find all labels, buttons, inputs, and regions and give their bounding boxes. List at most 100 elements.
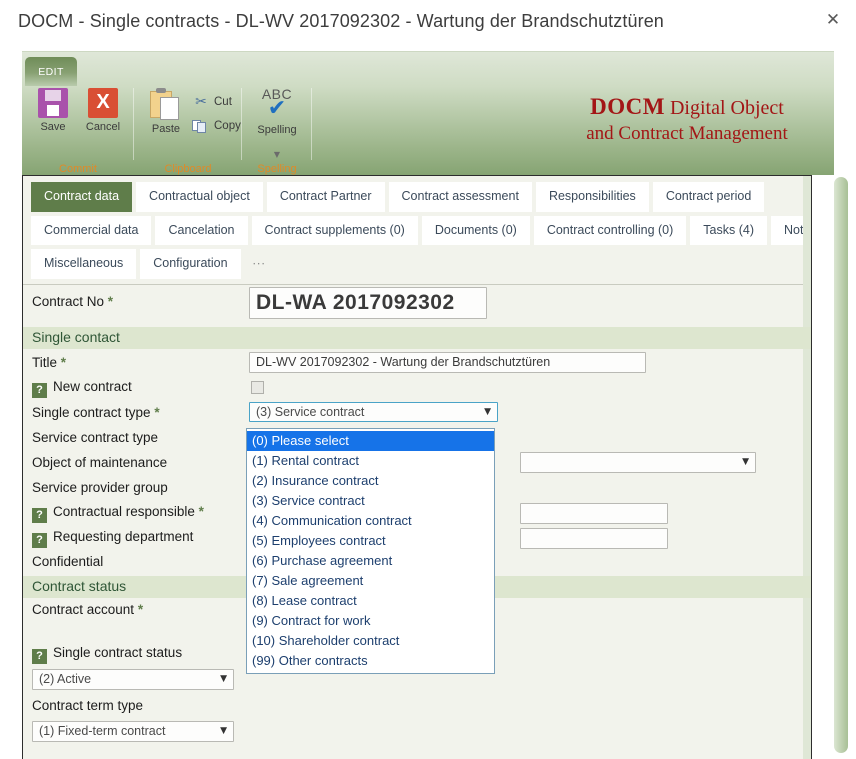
tab-contract-controlling[interactable]: Contract controlling (0) (533, 215, 687, 245)
chevron-down-icon: ▼ (220, 726, 227, 736)
section-single-contact: Single contact (23, 326, 811, 349)
copy-button[interactable]: Copy (192, 116, 241, 136)
contract-no-input[interactable]: DL-WA 2017092302 (249, 286, 487, 319)
service-provider-group-label: Service provider group (32, 479, 168, 495)
ribbon-group-commit: Save X Cancel Commit (22, 86, 134, 176)
contractual-responsible-input[interactable] (520, 502, 668, 524)
checkmark-icon: ✔ (267, 96, 287, 121)
dropdown-option[interactable]: (5) Employees contract (247, 531, 494, 551)
object-of-maintenance-label: Object of maintenance (32, 454, 168, 470)
tab-contractual-object[interactable]: Contractual object (136, 182, 263, 212)
dropdown-option[interactable]: (8) Lease contract (247, 591, 494, 611)
contract-no-label: Contract No * (32, 293, 114, 309)
contractual-responsible-label: ? Contractual responsible * (32, 504, 204, 523)
help-icon[interactable]: ? (32, 507, 47, 523)
title-label: Title * (32, 354, 67, 370)
ribbon-group-spelling-title: Spelling (257, 163, 297, 175)
dropdown-option[interactable]: (2) Insurance contract (247, 471, 494, 491)
tab-overflow-icon[interactable]: ∙∙∙ (245, 249, 274, 279)
spelling-button[interactable]: ABC ✔ Spelling (252, 86, 302, 148)
ribbon: EDIT Save X Cancel Commit Paste ✂ Cut Co… (22, 51, 834, 175)
field-row-contract-no: Contract No * DL-WA 2017092302 (23, 285, 811, 325)
paste-button-label: Paste (151, 123, 181, 135)
tab-miscellaneous[interactable]: Miscellaneous (31, 249, 137, 279)
tab-responsibilities[interactable]: Responsibilities (535, 182, 649, 212)
title-input[interactable]: DL-WV 2017092302 - Wartung der Brandschu… (249, 351, 646, 373)
tab-tasks[interactable]: Tasks (4) (690, 215, 767, 245)
ribbon-group-commit-title: Commit (59, 163, 97, 175)
single-contract-status-select[interactable]: (2) Active ▼ (32, 668, 234, 690)
object-of-maintenance-select[interactable]: ▼ (520, 451, 756, 473)
ribbon-group-spelling: ABC ✔ Spelling ▼ Spelling (242, 86, 312, 176)
field-row-title: Title * DL-WV 2017092302 - Wartung der B… (23, 350, 811, 377)
logo-line2: and Contract Management (586, 123, 788, 144)
dropdown-option[interactable]: (7) Sale agreement (247, 571, 494, 591)
paste-button[interactable]: Paste (140, 88, 192, 150)
help-icon[interactable]: ? (32, 532, 47, 548)
field-row-contract-term-type-select: (1) Fixed-term contract ▼ (23, 720, 811, 749)
vertical-scrollbar[interactable] (834, 176, 848, 759)
field-row-new-contract: ? New contract (23, 377, 811, 402)
tab-contract-supplements[interactable]: Contract supplements (0) (251, 215, 418, 245)
tab-contract-assessment[interactable]: Contract assessment (388, 182, 532, 212)
contract-term-type-select[interactable]: (1) Fixed-term contract ▼ (32, 720, 234, 742)
application-window: DOCM - Single contracts - DL-WV 20170923… (0, 0, 856, 759)
copy-icon (192, 118, 210, 134)
paste-icon (149, 88, 183, 120)
dropdown-option[interactable]: (9) Contract for work (247, 611, 494, 631)
scrollbar-thumb[interactable] (834, 177, 848, 753)
ribbon-tab-edit[interactable]: EDIT (25, 57, 77, 86)
contract-term-type-value: (1) Fixed-term contract (39, 724, 166, 738)
tab-contract-partner[interactable]: Contract Partner (266, 182, 385, 212)
ribbon-body: Save X Cancel Commit Paste ✂ Cut Copy Cl… (22, 86, 834, 176)
spelling-icon: ABC ✔ (254, 86, 300, 126)
dropdown-option[interactable]: (1) Rental contract (247, 451, 494, 471)
chevron-down-icon: ▼ (742, 457, 749, 467)
requesting-department-label: ? Requesting department (32, 529, 193, 548)
new-contract-checkbox[interactable] (251, 380, 264, 394)
help-icon[interactable]: ? (32, 382, 47, 398)
cancel-button-label: Cancel (85, 121, 121, 133)
cut-button-label: Cut (214, 96, 232, 108)
dropdown-option[interactable]: (3) Service contract (247, 491, 494, 511)
dropdown-option[interactable]: (0) Please select (247, 431, 494, 451)
single-contract-type-select[interactable]: (3) Service contract ▼ (249, 401, 498, 422)
copy-button-label: Copy (214, 120, 241, 132)
dropdown-option[interactable]: (99) Other contracts (247, 651, 494, 671)
service-contract-type-label: Service contract type (32, 429, 159, 445)
help-icon[interactable]: ? (32, 648, 47, 664)
dropdown-option[interactable]: (10) Shareholder contract (247, 631, 494, 651)
field-row-contract-term-type: Contract term type (23, 697, 811, 721)
single-contract-status-label: ? Single contract status (32, 645, 182, 664)
new-contract-label: ? New contract (32, 379, 132, 398)
tab-cancelation[interactable]: Cancelation (155, 215, 248, 245)
ribbon-group-clipboard: Paste ✂ Cut Copy Clipboard (134, 86, 242, 176)
tab-contract-period[interactable]: Contract period (652, 182, 765, 212)
save-icon (38, 88, 68, 118)
tab-documents[interactable]: Documents (0) (421, 215, 530, 245)
single-contract-status-value: (2) Active (39, 672, 92, 686)
requesting-department-input[interactable] (520, 527, 668, 549)
single-contract-type-label: Single contract type * (32, 404, 160, 420)
tab-contract-data[interactable]: Contract data (31, 182, 133, 212)
ribbon-tabstrip: EDIT (22, 52, 834, 86)
save-button[interactable]: Save (30, 88, 76, 150)
tab-configuration[interactable]: Configuration (140, 249, 241, 279)
close-icon[interactable]: ✕ (820, 8, 846, 32)
confidential-label: Confidential (32, 553, 104, 569)
cut-icon: ✂ (195, 94, 207, 110)
cut-button[interactable]: ✂ Cut (192, 92, 232, 112)
cancel-icon: X (88, 88, 118, 118)
cancel-button[interactable]: X Cancel (80, 88, 126, 150)
dropdown-option[interactable]: (6) Purchase agreement (247, 551, 494, 571)
tab-commercial-data[interactable]: Commercial data (31, 215, 152, 245)
field-row-single-contract-type: Single contract type * (3) Service contr… (23, 401, 811, 427)
title-bar: DOCM - Single contracts - DL-WV 20170923… (0, 0, 856, 44)
logo-brand: DOCM (590, 94, 665, 119)
dropdown-option[interactable]: (4) Communication contract (247, 511, 494, 531)
single-contract-type-dropdown-list[interactable]: (0) Please select (1) Rental contract (2) … (246, 428, 495, 674)
save-button-label: Save (40, 121, 66, 133)
chevron-down-icon[interactable]: ▼ (242, 150, 312, 159)
ribbon-group-divider (311, 88, 312, 160)
contract-account-label: Contract account * (32, 601, 144, 617)
